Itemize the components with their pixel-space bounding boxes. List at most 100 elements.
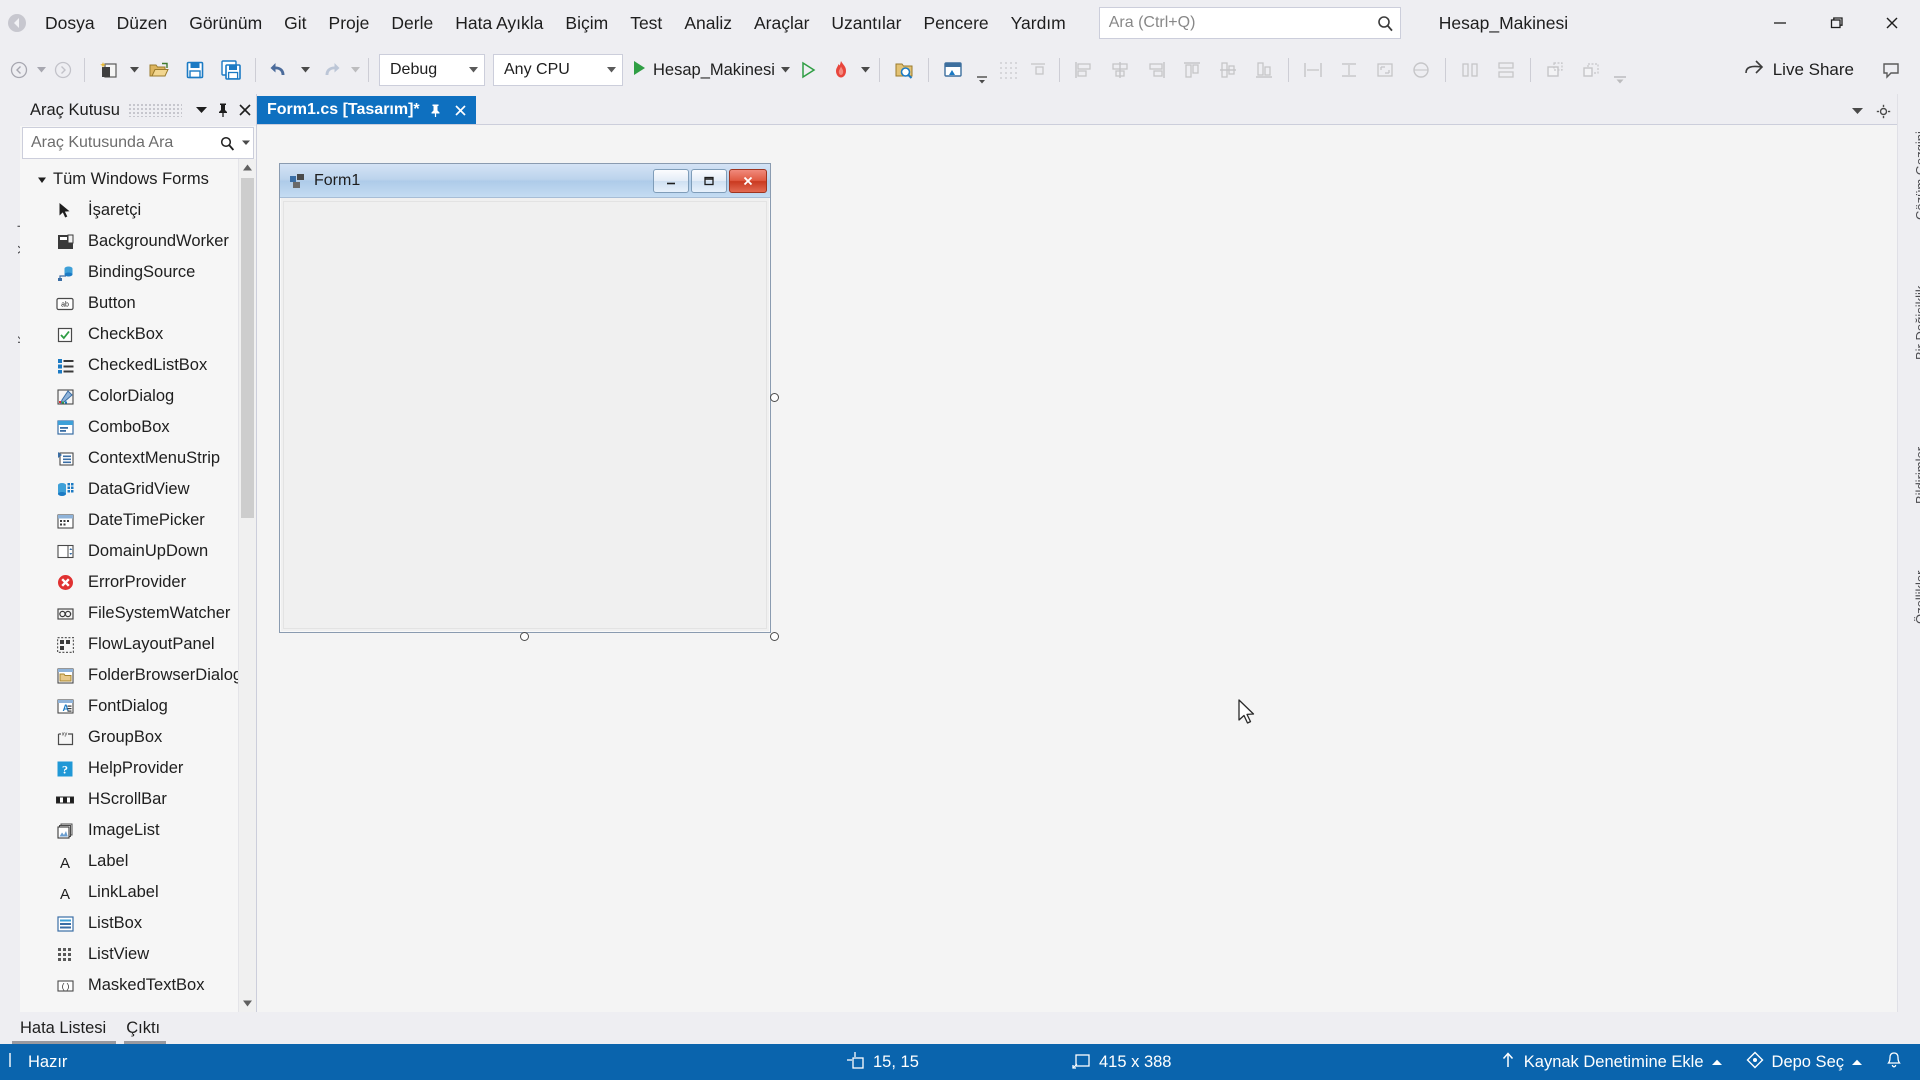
menu-dosya[interactable]: Dosya <box>34 0 106 46</box>
toolbox-item[interactable]: ComboBox <box>20 412 238 443</box>
menu-derle[interactable]: Derle <box>380 0 444 46</box>
toolbox-item[interactable]: FlowLayoutPanel <box>20 629 238 660</box>
toolbox-item[interactable]: FileSystemWatcher <box>20 598 238 629</box>
toolbox-item[interactable]: BackgroundWorker <box>20 226 238 257</box>
toolbox-item[interactable]: ContextMenuStrip <box>20 443 238 474</box>
new-project-icon[interactable] <box>91 52 127 88</box>
toolbox-item[interactable]: ErrorProvider <box>20 567 238 598</box>
preview-window-icon[interactable] <box>935 52 971 88</box>
toolbox-item[interactable]: ListView <box>20 939 238 970</box>
chevron-down-icon[interactable] <box>190 95 212 125</box>
resize-handle-bottom[interactable] <box>520 632 529 641</box>
solution-search-icon[interactable] <box>886 52 922 88</box>
right-vtab-notifications[interactable]: Bildirimler <box>1913 447 1920 504</box>
search-input[interactable]: Ara (Ctrl+Q) <box>1098 7 1401 39</box>
configuration-combo[interactable]: Debug <box>379 54 485 86</box>
navigate-forward-icon[interactable] <box>48 52 78 88</box>
toolbox-item[interactable]: A Label <box>20 846 238 877</box>
toolbox-item[interactable]: xy GroupBox <box>20 722 238 753</box>
navigate-back-icon[interactable] <box>4 52 34 88</box>
tab-error-list[interactable]: Hata Listesi <box>12 1015 114 1042</box>
add-to-source-control-button[interactable]: Kaynak Denetimine Ekle <box>1490 1047 1732 1078</box>
save-icon[interactable] <box>177 52 213 88</box>
attach-process-play-icon[interactable] <box>793 52 823 88</box>
menu-yardim[interactable]: Yardım <box>1000 0 1077 46</box>
save-all-icon[interactable] <box>213 52 249 88</box>
start-debug-caret-icon[interactable] <box>779 52 793 88</box>
menu-duzen[interactable]: Düzen <box>106 0 179 46</box>
menu-gorunum[interactable]: Görünüm <box>178 0 273 46</box>
new-project-caret-icon[interactable] <box>127 52 141 88</box>
minimize-button[interactable] <box>1752 0 1808 46</box>
back-chevron-icon[interactable] <box>0 0 34 46</box>
menu-araclar[interactable]: Araçlar <box>743 0 820 46</box>
hot-reload-flame-icon[interactable] <box>823 52 859 88</box>
navigate-back-caret-icon[interactable] <box>34 52 48 88</box>
restore-button[interactable] <box>1808 0 1864 46</box>
toolbox-search-input[interactable]: Araç Kutusunda Ara <box>22 127 254 159</box>
toolbox-item[interactable]: ? HelpProvider <box>20 753 238 784</box>
close-button[interactable] <box>1864 0 1920 46</box>
right-vtab-properties[interactable]: Özellikler <box>1913 571 1920 624</box>
menu-test[interactable]: Test <box>619 0 673 46</box>
toolbox-item[interactable]: ab Button <box>20 288 238 319</box>
platform-combo[interactable]: Any CPU <box>493 54 623 86</box>
start-debug-button[interactable]: Hesap_Makinesi <box>627 52 779 88</box>
toolbox-item[interactable]: CheckedListBox <box>20 350 238 381</box>
resize-handle-bottom-right[interactable] <box>770 632 779 641</box>
menu-bicim[interactable]: Biçim <box>554 0 619 46</box>
toolbox-item[interactable]: İşaretçi <box>20 195 238 226</box>
close-icon[interactable] <box>234 95 256 125</box>
toolbox-item[interactable]: ListBox <box>20 908 238 939</box>
toolbox-item[interactable]: A FontDialog <box>20 691 238 722</box>
toolbar-overflow-icon[interactable] <box>1609 49 1631 91</box>
right-vtab-changes[interactable]: Bir Değişiklik <box>1913 286 1920 360</box>
menu-hata-ayikla[interactable]: Hata Ayıkla <box>444 0 554 46</box>
toolbox-item[interactable]: DateTimePicker <box>20 505 238 536</box>
winform-close-button[interactable] <box>729 168 767 193</box>
toolbox-item[interactable]: FolderBrowserDialog <box>20 660 238 691</box>
menu-uzantilar[interactable]: Uzantılar <box>820 0 912 46</box>
undo-icon[interactable] <box>262 52 298 88</box>
select-repository-button[interactable]: Depo Seç <box>1736 1047 1872 1078</box>
tab-output[interactable]: Çıktı <box>118 1015 168 1042</box>
notifications-button[interactable] <box>1876 1047 1912 1078</box>
scroll-up-arrow-icon[interactable] <box>239 159 256 176</box>
tab-form1-designer[interactable]: Form1.cs [Tasarım]* <box>257 96 476 124</box>
toolbox-item[interactable]: A LinkLabel <box>20 877 238 908</box>
right-vtab-solution-explorer[interactable]: Çözüm Gezgini <box>1913 131 1920 220</box>
preview-overflow-icon[interactable] <box>971 49 993 91</box>
winform-minimize-button[interactable] <box>653 168 689 193</box>
toolbox-item[interactable]: DataGridView <box>20 474 238 505</box>
menu-proje[interactable]: Proje <box>318 0 381 46</box>
open-file-icon[interactable] <box>141 52 177 88</box>
chevron-down-icon[interactable] <box>239 140 253 146</box>
menu-analiz[interactable]: Analiz <box>673 0 743 46</box>
chevron-down-icon[interactable] <box>1847 100 1867 122</box>
toolbox-item[interactable]: DomainUpDown <box>20 536 238 567</box>
menu-pencere[interactable]: Pencere <box>912 0 999 46</box>
resize-handle-right[interactable] <box>770 393 779 402</box>
toolbox-item[interactable]: ColorDialog <box>20 381 238 412</box>
toolbox-item[interactable]: ( ) MaskedTextBox <box>20 970 238 1001</box>
close-icon[interactable] <box>452 100 470 120</box>
toolbox-item[interactable]: BindingSource <box>20 257 238 288</box>
menu-git[interactable]: Git <box>273 0 317 46</box>
undo-caret-icon[interactable] <box>298 52 312 88</box>
toolbox-group-all-winforms[interactable]: Tüm Windows Forms <box>20 164 238 195</box>
gear-icon[interactable] <box>1873 100 1893 122</box>
winform-form1[interactable]: Form1 <box>279 163 771 633</box>
toolbox-item[interactable]: HScrollBar <box>20 784 238 815</box>
winform-maximize-button[interactable] <box>691 168 727 193</box>
toolbox-item[interactable]: ImageList <box>20 815 238 846</box>
scroll-down-arrow-icon[interactable] <box>239 995 256 1012</box>
pin-icon[interactable] <box>212 95 234 125</box>
toolbox-scrollbar-thumb[interactable] <box>241 178 254 518</box>
winform-client-area[interactable] <box>283 201 767 629</box>
toolbox-item[interactable]: CheckBox <box>20 319 238 350</box>
send-feedback-icon[interactable] <box>1876 52 1906 88</box>
design-surface[interactable]: Form1 <box>257 124 1897 1012</box>
hot-reload-caret-icon[interactable] <box>859 52 873 88</box>
live-share-button[interactable]: Live Share <box>1735 46 1862 94</box>
pin-icon[interactable] <box>427 100 445 120</box>
